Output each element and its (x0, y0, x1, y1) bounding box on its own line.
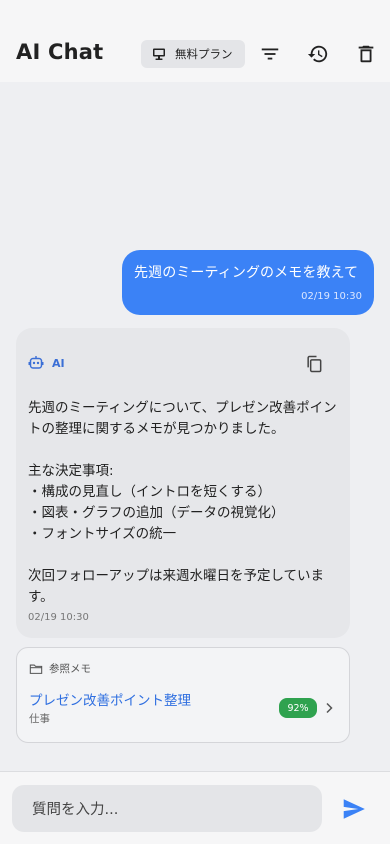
composer-bar: 質問を入力... (0, 771, 390, 844)
reference-category: 仕事 (29, 713, 50, 725)
copy-icon[interactable] (304, 354, 324, 374)
reference-title[interactable]: プレゼン改善ポイント整理 (29, 689, 191, 709)
question-input[interactable]: 質問を入力... (12, 785, 322, 832)
ai-message-line: 次回フォローアップは来週水曜日を予定しています。 (28, 568, 325, 605)
reference-label: 参照メモ (49, 663, 91, 675)
ai-message-header: AI (28, 355, 65, 371)
ai-message-line (28, 440, 338, 461)
ai-message-line: ・構成の見直し（イントロを短くする） (28, 484, 271, 500)
ai-message-line: 先週のミーティングについて、プレゼン改善ポイントの整理に関するメモが見つかりまし… (28, 400, 337, 437)
send-icon[interactable] (341, 796, 367, 822)
delete-button[interactable] (353, 41, 379, 67)
user-message-text: 先週のミーティングのメモを教えて (134, 265, 359, 281)
ai-message-line (28, 545, 338, 566)
ai-message-line: ・フォントサイズの統一 (28, 526, 177, 542)
history-button[interactable] (305, 41, 331, 67)
ai-sender-label: AI (52, 356, 65, 370)
user-message: 先週のミーティングのメモを教えて 02/19 10:30 (122, 250, 374, 315)
ai-message: AI 先週のミーティングについて、プレゼン改善ポイントの整理に関するメモが見つか… (16, 328, 350, 638)
question-input-placeholder: 質問を入力... (32, 802, 119, 818)
plan-label: 無料プラン (175, 47, 233, 61)
robot-icon (28, 356, 44, 369)
history-icon (307, 45, 328, 63)
filter-button[interactable] (257, 41, 283, 67)
app-title: AI Chat (16, 40, 104, 64)
chevron-right-icon[interactable] (322, 700, 336, 716)
plan-chip[interactable]: 無料プラン (141, 40, 245, 68)
ai-message-text: 先週のミーティングについて、プレゼン改善ポイントの整理に関するメモが見つかりまし… (28, 398, 338, 608)
trash-icon (358, 45, 374, 63)
monitor-icon (153, 48, 165, 60)
filter-icon (261, 48, 279, 60)
ai-message-line: 主な決定事項: (28, 463, 114, 479)
ai-message-time: 02/19 10:30 (28, 612, 89, 623)
reference-card[interactable]: 参照メモ プレゼン改善ポイント整理 仕事 92% (16, 647, 350, 743)
relevance-badge: 92% (279, 698, 317, 718)
ai-message-line: ・図表・グラフの追加（データの視覚化） (28, 505, 285, 521)
folder-icon (29, 664, 43, 674)
app-bar: AI Chat 無料プラン (0, 0, 390, 82)
reference-header: 参照メモ (29, 661, 91, 676)
user-message-time: 02/19 10:30 (301, 291, 362, 302)
